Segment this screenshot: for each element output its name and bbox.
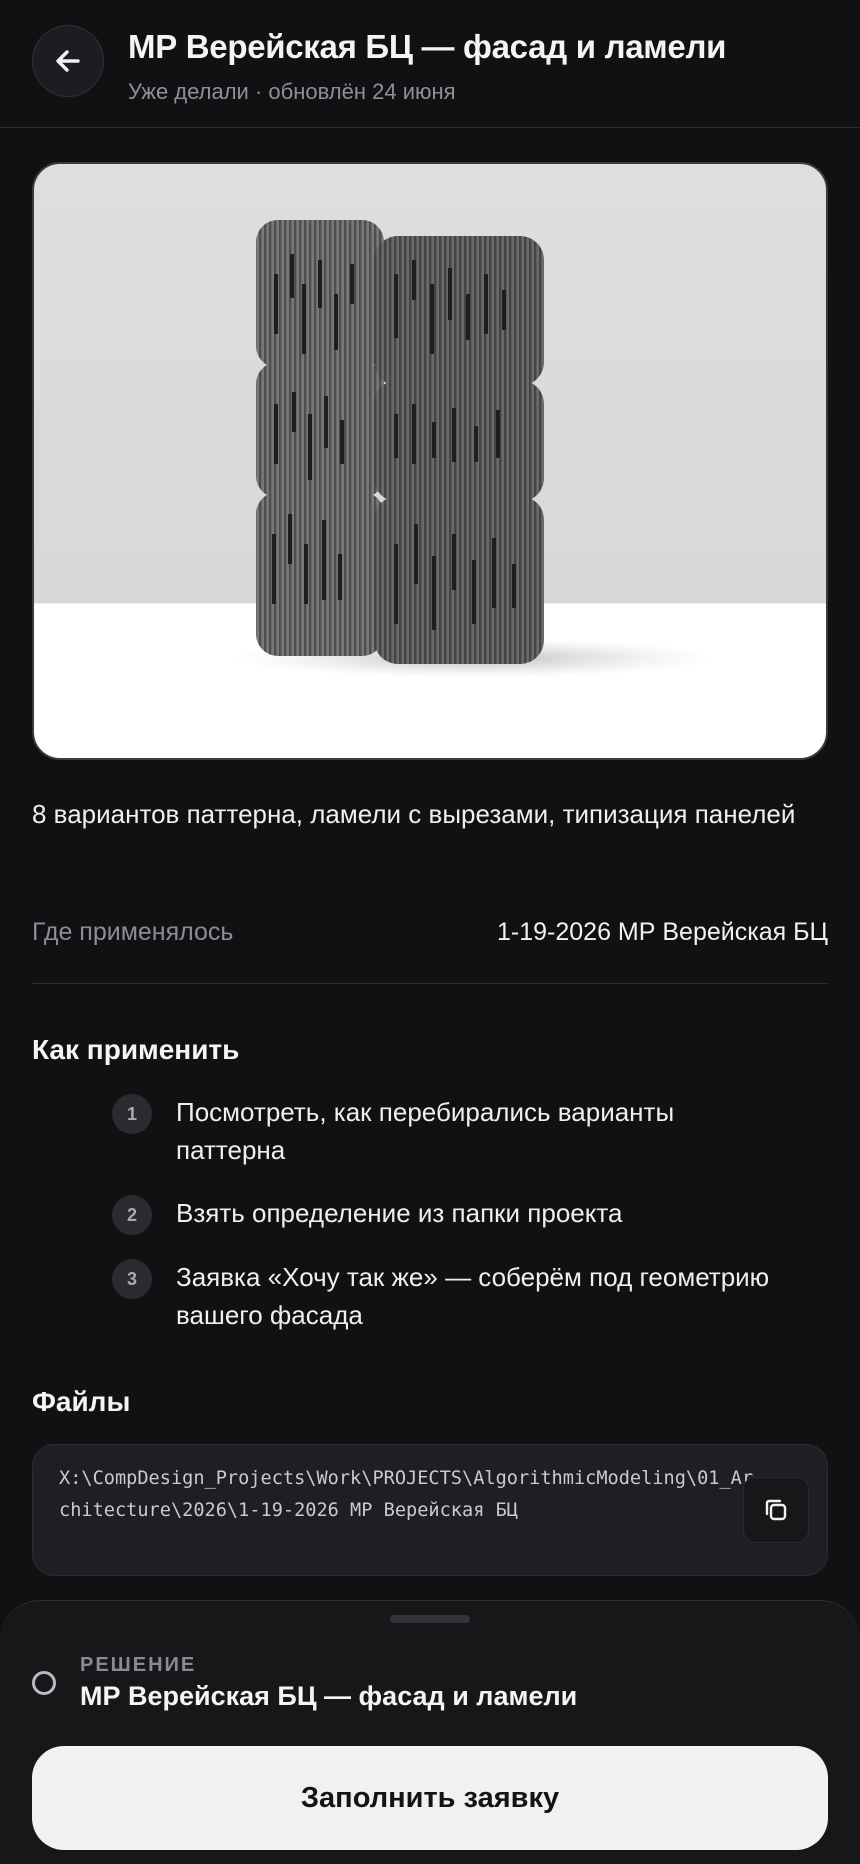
sheet-kicker: РЕШЕНИЕ: [80, 1654, 197, 1676]
step-item: 1 Посмотреть, как перебирались варианты …: [112, 1094, 832, 1169]
copy-icon: [765, 1499, 787, 1521]
applied-row: Где применялось 1-19-2026 МР Верейская Б…: [32, 918, 828, 984]
applied-label: Где применялось: [32, 918, 234, 946]
step-text: Заявка «Хочу так же» — соберём под геоме…: [176, 1262, 770, 1330]
hero-image: [32, 162, 828, 760]
file-path-box: X:\CompDesign_Projects\Work\PROJECTS\Alg…: [32, 1444, 828, 1576]
solution-radio[interactable]: [32, 1671, 56, 1695]
file-path[interactable]: X:\CompDesign_Projects\Work\PROJECTS\Alg…: [59, 1463, 759, 1527]
page-title: МР Верейская БЦ — фасад и ламели: [128, 28, 727, 65]
top-bar: МР Верейская БЦ — фасад и ламели Уже дел…: [0, 0, 860, 128]
step-text: Посмотреть, как перебирались варианты па…: [176, 1097, 675, 1165]
step-text: Взять определение из папки проекта: [176, 1198, 623, 1228]
sheet-title: МР Верейская БЦ — фасад и ламели: [80, 1681, 578, 1711]
step-number: 1: [112, 1094, 152, 1134]
building-render-image: [234, 220, 714, 678]
arrow-left-icon: [56, 50, 80, 72]
step-number: 3: [112, 1259, 152, 1299]
step-item: 2 Взять определение из папки проекта: [112, 1195, 832, 1235]
page-subtitle: Уже делали · обновлён 24 июня: [128, 79, 456, 104]
files-title: Файлы: [32, 1386, 131, 1417]
how-to-title: Как применить: [32, 1034, 240, 1065]
submit-request-button[interactable]: Заполнить заявку: [32, 1746, 828, 1850]
back-button[interactable]: [32, 25, 104, 97]
solution-description: 8 вариантов паттерна, ламели с вырезами,…: [32, 799, 796, 829]
copy-path-button[interactable]: [743, 1477, 809, 1543]
applied-value: 1-19-2026 МР Верейская БЦ: [497, 918, 828, 946]
bottom-sheet: РЕШЕНИЕ МР Верейская БЦ — фасад и ламели…: [0, 1600, 860, 1864]
sheet-grabber[interactable]: [390, 1615, 470, 1623]
step-item: 3 Заявка «Хочу так же» — соберём под гео…: [112, 1259, 832, 1334]
step-number: 2: [112, 1195, 152, 1235]
